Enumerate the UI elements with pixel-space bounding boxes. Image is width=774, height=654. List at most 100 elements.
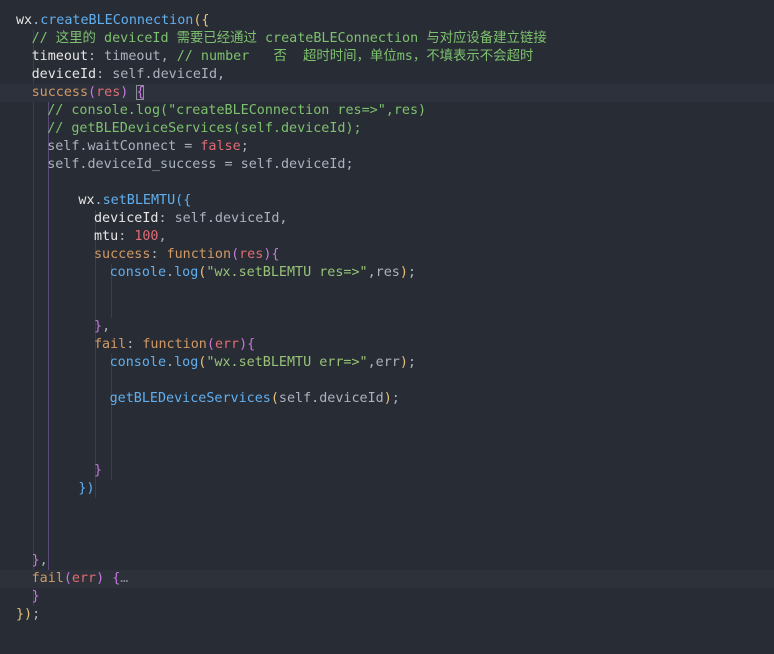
code-token: err [71, 571, 97, 586]
code-token: ; [391, 391, 400, 406]
code-line-content: deviceId: self.deviceId, [94, 210, 288, 228]
code-token: ( [231, 247, 240, 262]
code-token: . [94, 193, 103, 208]
code-line-content: fail: function(err){ [94, 336, 255, 354]
code-line-content: // getBLEDeviceServices(self.deviceId); [47, 120, 361, 138]
code-line-content: self.deviceId_success = self.deviceId; [47, 156, 353, 174]
code-line[interactable] [0, 282, 774, 300]
code-line[interactable] [0, 444, 774, 462]
code-line[interactable]: mtu: 100, [0, 228, 774, 246]
code-line[interactable]: // getBLEDeviceServices(self.deviceId); [0, 120, 774, 138]
code-line[interactable] [0, 534, 774, 552]
code-line[interactable]: fail(err) {… [0, 570, 774, 588]
code-line[interactable]: }, [0, 318, 774, 336]
code-token: setBLEMTU [102, 193, 176, 208]
code-token: success [94, 247, 151, 262]
code-line[interactable]: deviceId: self.deviceId, [0, 210, 774, 228]
code-token: } [94, 463, 103, 478]
code-token: : timeout, [88, 49, 177, 64]
code-token: ) [383, 391, 392, 406]
code-line-content: fail(err) {… [32, 570, 129, 588]
code-line[interactable]: fail: function(err){ [0, 336, 774, 354]
code-token: }) [78, 481, 95, 496]
code-line[interactable]: console.log("wx.setBLEMTU err=>",err); [0, 354, 774, 372]
code-token: log [174, 265, 199, 280]
code-line[interactable]: }); [0, 606, 774, 624]
code-token: getBLEDeviceServices [109, 391, 271, 406]
code-token: timeout [31, 49, 89, 64]
code-token: err [214, 337, 240, 352]
code-line-content: } [32, 588, 40, 606]
code-line[interactable]: self.waitConnect = false; [0, 138, 774, 156]
code-line[interactable] [0, 516, 774, 534]
code-line[interactable]: success(res) { [0, 84, 774, 102]
code-line[interactable]: }) [0, 480, 774, 498]
code-token: . [166, 265, 175, 280]
code-line-content: getBLEDeviceServices(self.deviceId); [110, 390, 400, 408]
code-line-content: console.log("wx.setBLEMTU res=>",res); [110, 264, 416, 282]
code-line[interactable] [0, 426, 774, 444]
code-line[interactable]: timeout: timeout, // number 否 超时时间，单位ms，… [0, 48, 774, 66]
code-line-content: self.waitConnect = false; [47, 138, 249, 156]
code-token: function [166, 247, 232, 262]
code-token: ; [407, 265, 416, 280]
code-line[interactable]: wx.createBLEConnection({ [0, 12, 774, 30]
code-token: // number 否 超时时间，单位ms，不填表示不会超时 [176, 49, 534, 64]
code-line-content: deviceId: self.deviceId, [32, 66, 226, 84]
code-line-content: wx.createBLEConnection({ [16, 12, 210, 30]
code-line[interactable]: } [0, 462, 774, 480]
code-line[interactable] [0, 174, 774, 192]
fold-ellipsis[interactable]: … [120, 571, 128, 586]
code-token: mtu [94, 229, 119, 244]
code-token: , [158, 229, 167, 244]
code-token: ){ [263, 247, 280, 262]
matched-bracket: { [136, 85, 145, 100]
code-token: ; [32, 607, 41, 622]
code-line[interactable] [0, 408, 774, 426]
code-token: } [94, 319, 103, 334]
code-token: ( [88, 85, 97, 100]
code-line-content: }, [94, 318, 110, 336]
code-line[interactable]: console.log("wx.setBLEMTU res=>",res); [0, 264, 774, 282]
code-token: false [200, 139, 241, 154]
code-line-content: }) [78, 480, 94, 498]
code-line-content: console.log("wx.setBLEMTU err=>",err); [110, 354, 416, 372]
code-editor[interactable]: wx.createBLEConnection({// 这里的 deviceId … [0, 0, 774, 654]
code-line[interactable]: // 这里的 deviceId 需要已经通过 createBLEConnecti… [0, 30, 774, 48]
code-line-content: // console.log("createBLEConnection res=… [47, 102, 426, 120]
code-token: self.waitConnect = [47, 139, 201, 154]
code-line[interactable]: deviceId: self.deviceId, [0, 66, 774, 84]
code-line[interactable]: success: function(res){ [0, 246, 774, 264]
code-line-content: wx.setBLEMTU({ [78, 192, 191, 210]
code-line-content: success(res) { [32, 84, 145, 102]
code-line-content: }); [16, 606, 40, 624]
code-line[interactable]: // console.log("createBLEConnection res=… [0, 102, 774, 120]
code-token: "wx.setBLEMTU err=>" [206, 355, 368, 370]
code-line-content: }, [32, 552, 48, 570]
code-token: ({ [193, 13, 210, 28]
code-line[interactable] [0, 498, 774, 516]
code-line-content: mtu: 100, [94, 228, 167, 246]
code-line[interactable]: } [0, 588, 774, 606]
code-token: fail [31, 571, 64, 586]
code-line[interactable] [0, 300, 774, 318]
code-token: ) [96, 571, 105, 586]
code-line[interactable] [0, 372, 774, 390]
code-token: // 这里的 deviceId 需要已经通过 createBLEConnecti… [31, 31, 547, 46]
code-line[interactable]: wx.setBLEMTU({ [0, 192, 774, 210]
code-token: wx [16, 13, 33, 28]
code-line[interactable]: self.deviceId_success = self.deviceId; [0, 156, 774, 174]
code-token: ( [63, 571, 72, 586]
code-token: createBLEConnection [40, 13, 194, 28]
code-token: : self.deviceId, [158, 211, 288, 226]
code-token: : self.deviceId, [96, 67, 226, 82]
code-token: : [118, 229, 135, 244]
code-line-content: timeout: timeout, // number 否 超时时间，单位ms，… [32, 48, 534, 66]
code-token: // console.log("createBLEConnection res=… [47, 103, 427, 118]
code-token: } [31, 553, 40, 568]
code-token: ) [399, 265, 408, 280]
code-token: ,res [367, 265, 400, 280]
code-line[interactable]: getBLEDeviceServices(self.deviceId); [0, 390, 774, 408]
code-line[interactable]: }, [0, 552, 774, 570]
